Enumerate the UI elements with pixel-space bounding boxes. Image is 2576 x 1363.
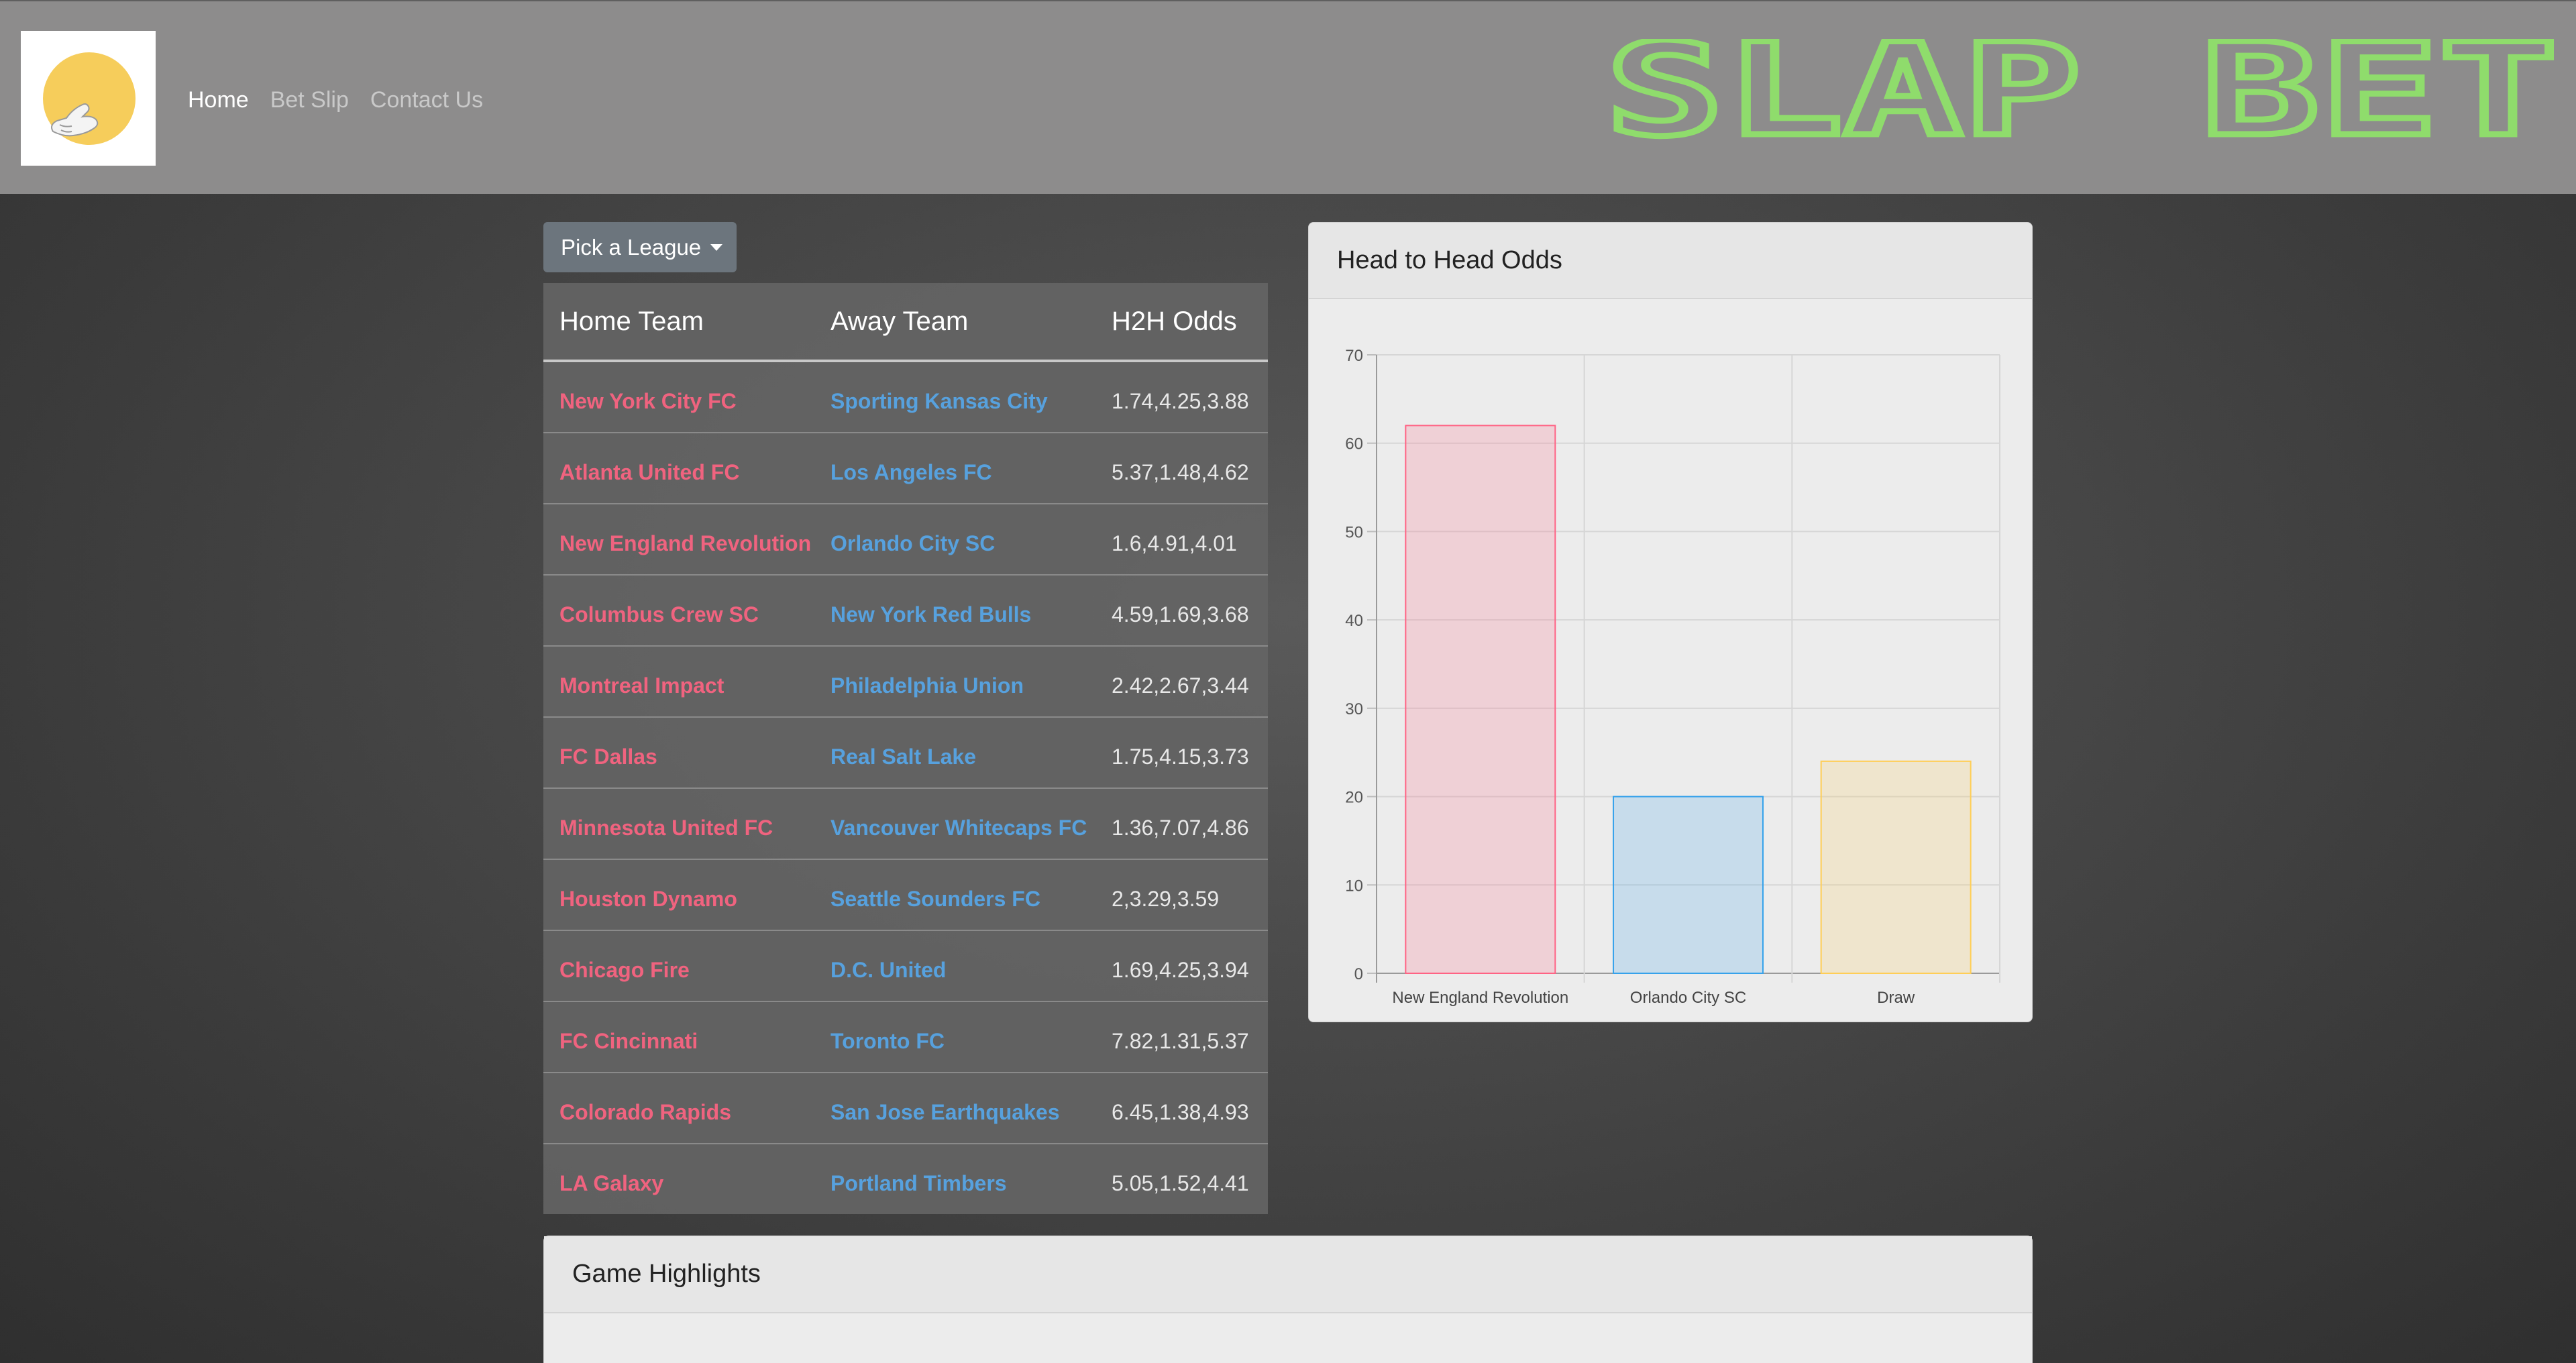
home-team-link[interactable]: LA Galaxy (543, 1143, 814, 1214)
table-row[interactable]: LA Galaxy Portland Timbers 5.05,1.52,4.41 (543, 1143, 1268, 1214)
home-team-link[interactable]: Montreal Impact (543, 645, 814, 717)
odds-value: 4.59,1.69,3.68 (1095, 574, 1268, 646)
home-team-link[interactable]: Minnesota United FC (543, 787, 814, 859)
brand-wordmark: SLAP BET (1603, 39, 2561, 146)
odds-value: 1.74,4.25,3.88 (1112, 389, 1249, 413)
table-row[interactable]: FC Cincinnati Toronto FC 7.82,1.31,5.37 (543, 1001, 1268, 1073)
away-team-link[interactable]: Sporting Kansas City (814, 361, 1095, 433)
nav-home-link[interactable]: Home (188, 83, 249, 117)
odds-value: 6.45,1.38,4.93 (1095, 1072, 1268, 1144)
odds-value: 7.82,1.31,5.37 (1095, 1001, 1268, 1073)
odds-value: 5.05,1.52,4.41 (1095, 1143, 1268, 1214)
away-team-link[interactable]: Orlando City SC (814, 503, 1095, 575)
table-row[interactable]: New York City FC Sporting Kansas City 1.74… (543, 361, 1268, 433)
table-row[interactable]: FC Dallas Real Salt Lake 1.75,4.15,3.73 (543, 716, 1268, 788)
odds-table-body: New York City FC Sporting Kansas City 1.74… (543, 361, 1268, 1214)
table-row[interactable]: Atlanta United FC Los Angeles FC 5.37,1.48… (543, 432, 1268, 504)
home-team-link[interactable]: FC Cincinnati (543, 1001, 814, 1073)
x-tick-label: New England Revolution (1392, 989, 1568, 1007)
away-team-link[interactable]: Seattle Sounders FC (814, 859, 1095, 930)
home-team-link[interactable]: Columbus Crew SC (543, 574, 814, 646)
away-team-link[interactable]: Toronto FC (814, 1001, 1095, 1073)
highlights-card-title: Game Highlights (544, 1236, 2032, 1313)
y-tick-label: 20 (1345, 789, 1363, 807)
home-team-link[interactable]: Atlanta United FC (543, 432, 814, 504)
bar-2 (1613, 796, 1764, 974)
away-team-link[interactable]: Portland Timbers (814, 1143, 1095, 1214)
logo-icon (43, 52, 136, 145)
home-team-link[interactable]: Houston Dynamo (543, 859, 814, 930)
brand-logo[interactable]: SLAP BET (1601, 39, 2563, 146)
y-tick-label: 30 (1345, 700, 1363, 718)
x-tick-label: Orlando City SC (1630, 989, 1746, 1007)
odds-value: 2,3.29,3.59 (1095, 859, 1268, 930)
bar-1 (1405, 425, 1556, 975)
home-team-link[interactable]: Colorado Rapids (543, 1072, 814, 1144)
x-tick-label: Draw (1877, 989, 1915, 1007)
table-row[interactable]: Minnesota United FC Vancouver Whitecaps F… (543, 787, 1268, 859)
nav-links: Home Bet Slip Contact Us (188, 83, 483, 117)
odds-value: 1.36,7.07,4.86 (1095, 787, 1268, 859)
away-team-link[interactable]: New York Red Bulls (814, 574, 1095, 646)
table-row[interactable]: New England Revolution Orlando City SC 1.6… (543, 503, 1268, 575)
odds-value: 1.69,4.25,3.94 (1095, 930, 1268, 1001)
table-header-row: Home Team Away Team H2H Odds (543, 283, 1268, 362)
away-team-link[interactable]: Los Angeles FC (814, 432, 1095, 504)
home-team-link[interactable]: New York City FC (543, 361, 814, 433)
navbar: Home Bet Slip Contact Us SLAP BET (0, 0, 2576, 194)
table-row[interactable]: Chicago Fire D.C. United 1.69,4.25,3.94 (543, 930, 1268, 1001)
header-home-team: Home Team (543, 283, 814, 362)
y-tick-label: 10 (1345, 877, 1363, 895)
h2h-chart-card: Head to Head Odds 0 10 20 30 40 50 60 70 New Eng… (1308, 222, 2033, 1022)
y-tick-label: 40 (1345, 612, 1363, 630)
pick-league-label: Pick a League (561, 234, 702, 260)
y-tick-label: 0 (1354, 965, 1363, 983)
header-h2h-odds: H2H Odds (1095, 283, 1268, 362)
odds-table: Home Team Away Team H2H Odds New York Ci… (543, 283, 1268, 1214)
away-team-link[interactable]: Vancouver Whitecaps FC (814, 787, 1095, 859)
odds-value: 1.75,4.15,3.73 (1095, 716, 1268, 788)
odds-value: 5.37,1.48,4.62 (1095, 432, 1268, 504)
table-row[interactable]: Montreal Impact Philadelphia Union 2.42,2.… (543, 645, 1268, 717)
away-team-link[interactable]: D.C. United (814, 930, 1095, 1001)
bar-3 (1820, 760, 1972, 975)
brand-wordmark-text: SLAP BET (1605, 39, 2558, 146)
odds-value: 2.42,2.67,3.44 (1095, 645, 1268, 717)
away-team-link[interactable]: Philadelphia Union (814, 645, 1095, 717)
header-away-team: Away Team (814, 283, 1095, 362)
home-team-link[interactable]: Chicago Fire (543, 930, 814, 1001)
y-tick-label: 60 (1345, 435, 1363, 453)
y-tick-label: 50 (1345, 523, 1363, 541)
y-tick-label: 70 (1345, 347, 1363, 365)
home-team-link[interactable]: FC Dallas (543, 716, 814, 788)
pick-league-dropdown[interactable]: Pick a League (543, 222, 737, 272)
nav-bet-slip-link[interactable]: Bet Slip (270, 83, 349, 117)
odds-value: 1.6,4.91,4.01 (1095, 503, 1268, 575)
h2h-bar-chart: 0 10 20 30 40 50 60 70 New England Revolution Orl… (1345, 347, 2000, 1007)
game-highlights-card: Game Highlights (543, 1236, 2033, 1363)
away-team-link[interactable]: San Jose Earthquakes (814, 1072, 1095, 1144)
table-row[interactable]: Colorado Rapids San Jose Earthquakes 6.45,… (543, 1072, 1268, 1144)
chart-card-title: Head to Head Odds (1309, 223, 2032, 299)
away-team-link[interactable]: Real Salt Lake (814, 716, 1095, 788)
table-row[interactable]: Houston Dynamo Seattle Sounders FC 2,3.29,… (543, 859, 1268, 930)
home-team-link[interactable]: New England Revolution (543, 503, 814, 575)
nav-contact-us-link[interactable]: Contact Us (370, 83, 483, 117)
caret-down-icon (710, 243, 723, 251)
table-row[interactable]: Columbus Crew SC New York Red Bulls 4.59,1… (543, 574, 1268, 646)
slap-hand-logo[interactable] (21, 31, 156, 166)
